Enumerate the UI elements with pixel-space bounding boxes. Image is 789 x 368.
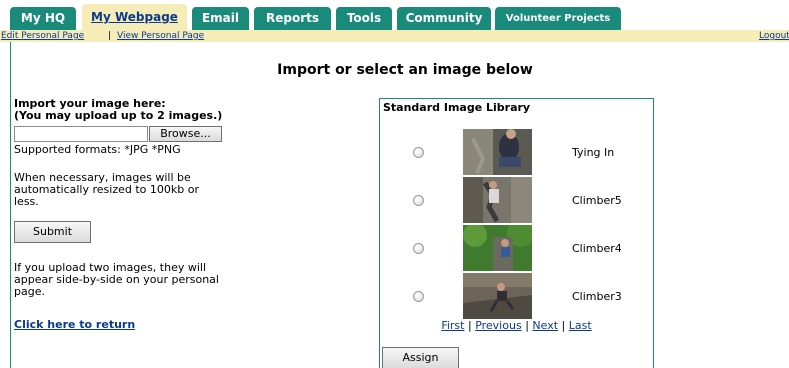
tab-email[interactable]: Email xyxy=(192,7,249,30)
edit-personal-page-link[interactable]: Edit Personal Page xyxy=(1,30,84,42)
pager-last-link[interactable]: Last xyxy=(569,319,592,332)
thumbnail-climber3 xyxy=(463,273,532,319)
content-border xyxy=(10,42,11,368)
logout-link[interactable]: Logout xyxy=(759,30,789,42)
image-radio-tying-in[interactable] xyxy=(413,147,424,158)
library-title: Standard Image Library xyxy=(383,101,531,114)
sub-nav: Edit Personal Page | View Personal Page … xyxy=(0,30,789,42)
subnav-separator: | xyxy=(108,31,112,41)
thumbnail-climber4 xyxy=(463,225,532,271)
image-radio-climber4[interactable] xyxy=(413,243,424,254)
supported-formats-text: Supported formats: *JPG *PNG xyxy=(14,143,181,156)
image-radio-climber3[interactable] xyxy=(413,291,424,302)
tab-volunteer-projects[interactable]: Volunteer Projects xyxy=(495,7,621,30)
two-images-note: If you upload two images, they will appe… xyxy=(14,261,219,298)
return-link[interactable]: Click here to return xyxy=(14,318,135,331)
tab-bar: My HQ My Webpage Email Reports Tools Com… xyxy=(0,0,789,30)
file-path-input[interactable] xyxy=(14,126,148,142)
pager-separator: | xyxy=(561,319,566,332)
image-radio-climber5[interactable] xyxy=(413,195,424,206)
browse-button[interactable]: Browse... xyxy=(149,126,222,142)
standard-image-library: Standard Image Library Tying In Climber5… xyxy=(379,98,654,368)
library-item: Climber3 xyxy=(380,273,653,319)
tab-reports[interactable]: Reports xyxy=(254,7,331,30)
view-personal-page-link[interactable]: View Personal Page xyxy=(117,30,204,42)
pager-next-link[interactable]: Next xyxy=(532,319,558,332)
tab-my-hq[interactable]: My HQ xyxy=(10,7,76,30)
image-label: Climber4 xyxy=(572,242,622,255)
import-heading-line2: (You may upload up to 2 images.) xyxy=(14,109,223,122)
pager: First | Previous | Next | Last xyxy=(380,319,653,332)
library-item: Climber5 xyxy=(380,177,653,223)
library-item: Tying In xyxy=(380,129,653,175)
import-heading: Import your image here: (You may upload … xyxy=(14,98,222,122)
thumbnail-climber5 xyxy=(463,177,532,223)
image-label: Tying In xyxy=(572,146,615,159)
submit-button[interactable]: Submit xyxy=(14,221,91,243)
library-item: Climber4 xyxy=(380,225,653,271)
image-label: Climber3 xyxy=(572,290,622,303)
page-title: Import or select an image below xyxy=(277,62,533,78)
thumbnail-tying-in xyxy=(463,129,532,175)
tab-community[interactable]: Community xyxy=(397,7,491,30)
tab-tools[interactable]: Tools xyxy=(336,7,392,30)
assign-button[interactable]: Assign xyxy=(382,347,459,368)
image-label: Climber5 xyxy=(572,194,622,207)
pager-first-link[interactable]: First xyxy=(441,319,464,332)
pager-separator: | xyxy=(467,319,472,332)
resize-note: When necessary, images will be automatic… xyxy=(14,171,199,208)
pager-separator: | xyxy=(525,319,529,332)
tab-my-webpage[interactable]: My Webpage xyxy=(82,4,187,30)
pager-previous-link[interactable]: Previous xyxy=(475,319,522,332)
